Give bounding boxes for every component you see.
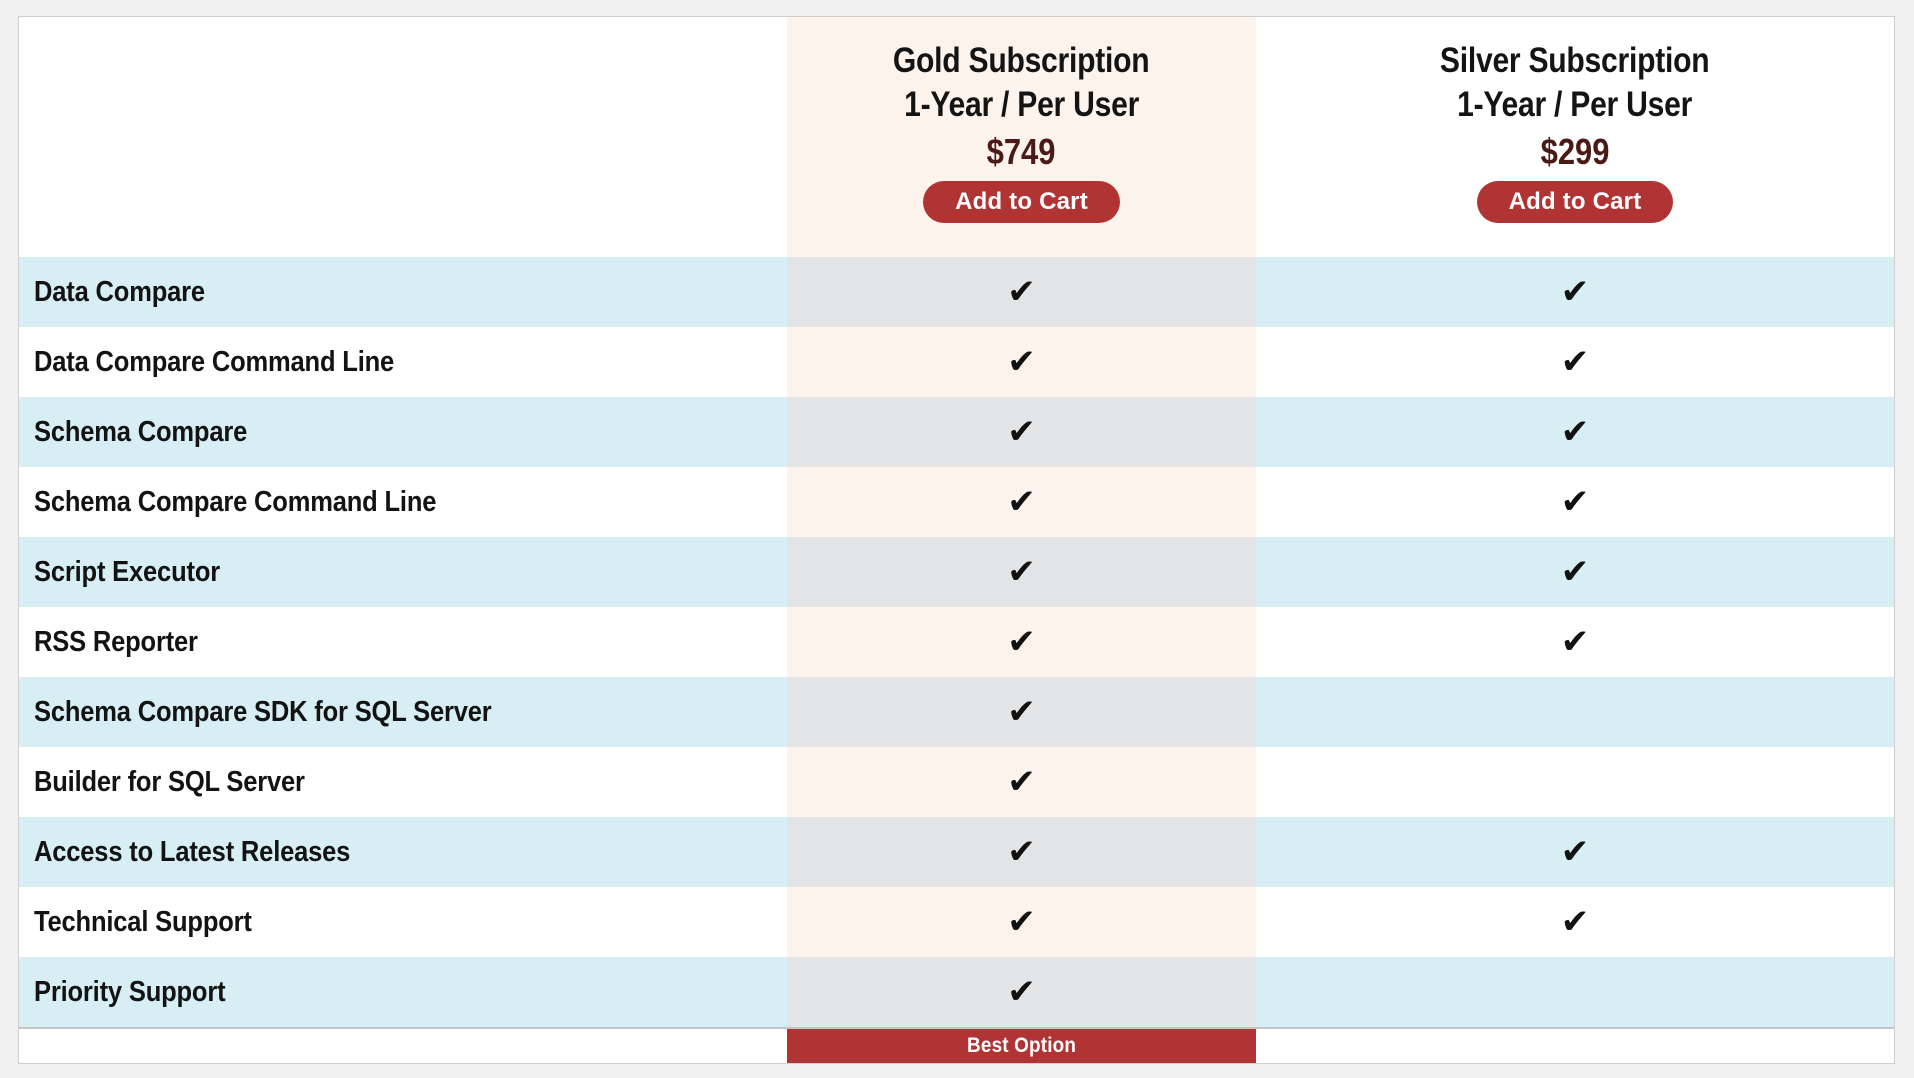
- footer-cell-silver: [1256, 1029, 1894, 1063]
- table-row: Script Executor ✔ ✔: [19, 537, 1894, 607]
- plan-header-silver: Silver Subscription 1-Year / Per User $2…: [1256, 17, 1894, 223]
- check-icon: ✔: [1560, 552, 1590, 592]
- table-row: Access to Latest Releases ✔ ✔: [19, 817, 1894, 887]
- check-icon: ✔: [1007, 272, 1036, 312]
- feature-name-cell: Data Compare Command Line: [19, 327, 787, 397]
- feature-cell-silver: ✔: [1256, 887, 1894, 957]
- plan-header-gold: Gold Subscription 1-Year / Per User $749…: [787, 17, 1256, 223]
- check-icon: ✔: [1007, 762, 1036, 802]
- feature-cell-gold: ✔: [787, 467, 1256, 537]
- plan-term-gold: 1-Year / Per User: [904, 85, 1139, 124]
- check-icon: ✔: [1007, 482, 1036, 522]
- check-icon: ✔: [1007, 412, 1036, 452]
- feature-label: RSS Reporter: [34, 625, 198, 658]
- table-row: Builder for SQL Server ✔ ✔: [19, 747, 1894, 817]
- feature-label: Schema Compare SDK for SQL Server: [34, 695, 492, 728]
- feature-label: Script Executor: [34, 555, 220, 588]
- table-header-row: Gold Subscription 1-Year / Per User $749…: [19, 17, 1894, 257]
- check-icon: ✔: [1007, 902, 1036, 942]
- plan-price-gold: $749: [987, 131, 1056, 172]
- feature-cell-gold: ✔: [787, 537, 1256, 607]
- feature-cell-gold: ✔: [787, 397, 1256, 467]
- table-row: Schema Compare SDK for SQL Server ✔ ✔: [19, 677, 1894, 747]
- feature-label: Schema Compare Command Line: [34, 485, 437, 518]
- check-icon: ✔: [1007, 552, 1036, 592]
- feature-name-cell: Access to Latest Releases: [19, 817, 787, 887]
- feature-cell-gold: ✔: [787, 677, 1256, 747]
- feature-cell-silver: ✔: [1256, 677, 1894, 747]
- table-row: Schema Compare Command Line ✔ ✔: [19, 467, 1894, 537]
- table-row: RSS Reporter ✔ ✔: [19, 607, 1894, 677]
- header-cell-gold: Gold Subscription 1-Year / Per User $749…: [787, 17, 1256, 257]
- table-row: Technical Support ✔ ✔: [19, 887, 1894, 957]
- feature-label: Builder for SQL Server: [34, 765, 305, 798]
- check-icon: ✔: [1007, 622, 1036, 662]
- check-icon: ✔: [1560, 902, 1590, 942]
- feature-cell-silver: ✔: [1256, 537, 1894, 607]
- check-icon: ✔: [1007, 692, 1036, 732]
- plan-name-gold: Gold Subscription: [893, 41, 1150, 80]
- feature-rows-container: Data Compare ✔ ✔ Data Compare Command Line ✔…: [19, 257, 1894, 1027]
- feature-name-cell: Data Compare: [19, 257, 787, 327]
- feature-label: Schema Compare: [34, 415, 248, 448]
- pricing-comparison-table: Gold Subscription 1-Year / Per User $749…: [18, 16, 1895, 1064]
- check-icon: ✔: [1560, 272, 1590, 312]
- check-icon: ✔: [1007, 832, 1036, 872]
- table-row: Data Compare ✔ ✔: [19, 257, 1894, 327]
- feature-cell-gold: ✔: [787, 257, 1256, 327]
- feature-cell-silver: ✔: [1256, 817, 1894, 887]
- page-root: Gold Subscription 1-Year / Per User $749…: [0, 0, 1914, 1078]
- feature-name-cell: Script Executor: [19, 537, 787, 607]
- feature-label: Priority Support: [34, 975, 226, 1008]
- feature-label: Technical Support: [34, 905, 252, 938]
- feature-cell-silver: ✔: [1256, 257, 1894, 327]
- table-row: Schema Compare ✔ ✔: [19, 397, 1894, 467]
- feature-cell-gold: ✔: [787, 607, 1256, 677]
- table-footer-row: Best Option: [19, 1027, 1894, 1063]
- header-feature-cell: [19, 17, 787, 257]
- feature-label: Data Compare Command Line: [34, 345, 395, 378]
- feature-cell-silver: ✔: [1256, 957, 1894, 1027]
- feature-name-cell: Builder for SQL Server: [19, 747, 787, 817]
- feature-cell-silver: ✔: [1256, 327, 1894, 397]
- check-icon: ✔: [1560, 832, 1590, 872]
- feature-cell-gold: ✔: [787, 817, 1256, 887]
- footer-feature-cell: [19, 1029, 787, 1063]
- add-to-cart-button-gold[interactable]: Add to Cart: [923, 181, 1120, 223]
- feature-name-cell: Priority Support: [19, 957, 787, 1027]
- feature-cell-gold: ✔: [787, 957, 1256, 1027]
- feature-name-cell: Schema Compare SDK for SQL Server: [19, 677, 787, 747]
- feature-cell-gold: ✔: [787, 747, 1256, 817]
- best-option-label: Best Option: [966, 1034, 1077, 1057]
- header-cell-silver: Silver Subscription 1-Year / Per User $2…: [1256, 17, 1894, 257]
- check-icon: ✔: [1560, 622, 1590, 662]
- best-option-banner: Best Option: [787, 1029, 1256, 1063]
- feature-cell-silver: ✔: [1256, 607, 1894, 677]
- feature-name-cell: Schema Compare: [19, 397, 787, 467]
- feature-label: Access to Latest Releases: [34, 835, 351, 868]
- feature-label: Data Compare: [34, 275, 205, 308]
- check-icon: ✔: [1007, 972, 1036, 1012]
- check-icon: ✔: [1560, 342, 1590, 382]
- table-row: Data Compare Command Line ✔ ✔: [19, 327, 1894, 397]
- check-icon: ✔: [1560, 412, 1590, 452]
- feature-name-cell: Technical Support: [19, 887, 787, 957]
- check-icon: ✔: [1007, 342, 1036, 382]
- feature-name-cell: RSS Reporter: [19, 607, 787, 677]
- table-row: Priority Support ✔ ✔: [19, 957, 1894, 1027]
- feature-cell-gold: ✔: [787, 327, 1256, 397]
- check-icon: ✔: [1560, 482, 1590, 522]
- feature-name-cell: Schema Compare Command Line: [19, 467, 787, 537]
- plan-name-silver: Silver Subscription: [1440, 41, 1710, 80]
- feature-cell-gold: ✔: [787, 887, 1256, 957]
- feature-cell-silver: ✔: [1256, 397, 1894, 467]
- plan-price-silver: $299: [1540, 131, 1610, 172]
- feature-cell-silver: ✔: [1256, 467, 1894, 537]
- add-to-cart-button-silver[interactable]: Add to Cart: [1476, 181, 1674, 223]
- right-gutter: [1902, 0, 1914, 1078]
- plan-term-silver: 1-Year / Per User: [1457, 85, 1693, 124]
- feature-cell-silver: ✔: [1256, 747, 1894, 817]
